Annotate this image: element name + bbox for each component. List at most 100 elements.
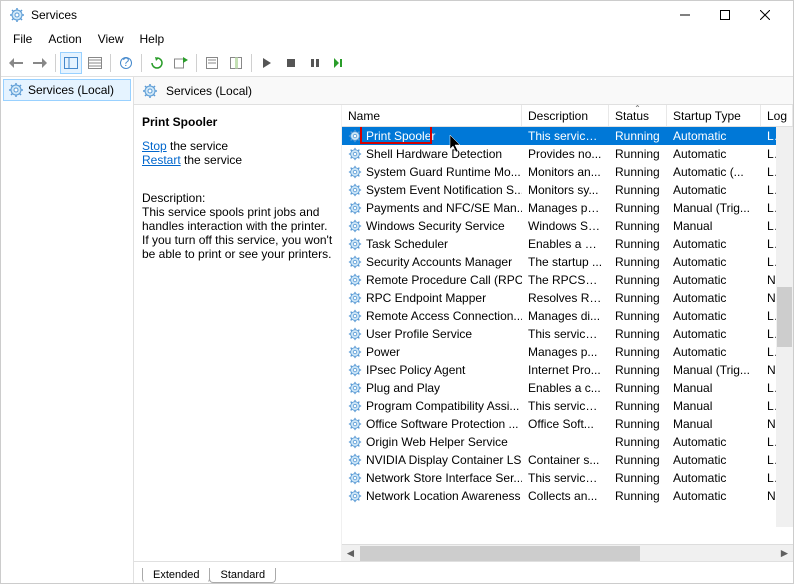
forward-button[interactable] [29, 52, 51, 74]
service-startup-type: Automatic [667, 291, 761, 305]
menu-file[interactable]: File [5, 32, 40, 46]
column-log-on-as[interactable]: Log [761, 105, 793, 126]
service-name: Remote Access Connection... [366, 309, 522, 323]
service-status: Running [609, 129, 667, 143]
gear-icon [348, 129, 362, 143]
vertical-scrollbar[interactable] [776, 127, 793, 527]
gear-icon [348, 435, 362, 449]
stop-service-link[interactable]: Stop [142, 139, 167, 153]
service-row[interactable]: Shell Hardware DetectionProvides no...Ru… [342, 145, 793, 163]
service-status: Running [609, 147, 667, 161]
tree-item-services-local[interactable]: Services (Local) [3, 79, 131, 101]
refresh-button[interactable] [146, 52, 168, 74]
service-row[interactable]: Security Accounts ManagerThe startup ...… [342, 253, 793, 271]
tab-extended[interactable]: Extended [142, 568, 210, 583]
service-row[interactable]: PowerManages p...RunningAutomaticLoca [342, 343, 793, 361]
service-row[interactable]: NVIDIA Display Container LSContainer s..… [342, 451, 793, 469]
gear-icon [348, 237, 362, 251]
gear-icon [348, 309, 362, 323]
properties-button[interactable] [201, 52, 223, 74]
service-row[interactable]: Print SpoolerThis service ...RunningAuto… [342, 127, 793, 145]
menu-help[interactable]: Help [132, 32, 173, 46]
service-status: Running [609, 363, 667, 377]
export-list-button[interactable] [84, 52, 106, 74]
column-name[interactable]: Name [342, 105, 522, 126]
service-name: Security Accounts Manager [366, 255, 512, 269]
service-status: Running [609, 183, 667, 197]
tree-pane: Services (Local) [1, 77, 134, 583]
service-description: Enables a us... [522, 237, 609, 251]
service-startup-type: Automatic [667, 453, 761, 467]
service-row[interactable]: Remote Procedure Call (RPC)The RPCSS s..… [342, 271, 793, 289]
service-row[interactable]: Plug and PlayEnables a c...RunningManual… [342, 379, 793, 397]
service-row[interactable]: RPC Endpoint MapperResolves RP...Running… [342, 289, 793, 307]
service-row[interactable]: IPsec Policy AgentInternet Pro...Running… [342, 361, 793, 379]
service-row[interactable]: Windows Security ServiceWindows Se...Run… [342, 217, 793, 235]
window-title: Services [31, 8, 665, 22]
export-button[interactable] [170, 52, 192, 74]
service-row[interactable]: System Guard Runtime Mo...Monitors an...… [342, 163, 793, 181]
pause-service-button[interactable] [304, 52, 326, 74]
service-status: Running [609, 291, 667, 305]
service-startup-type: Automatic [667, 309, 761, 323]
column-startup-type[interactable]: Startup Type [667, 105, 761, 126]
gear-icon [348, 147, 362, 161]
menu-action[interactable]: Action [40, 32, 89, 46]
help-button[interactable]: ? [115, 52, 137, 74]
column-status[interactable]: ⌃Status [609, 105, 667, 126]
service-name: Remote Procedure Call (RPC) [366, 273, 522, 287]
column-button[interactable] [225, 52, 247, 74]
back-button[interactable] [5, 52, 27, 74]
service-row[interactable]: Task SchedulerEnables a us...RunningAuto… [342, 235, 793, 253]
service-status: Running [609, 471, 667, 485]
service-status: Running [609, 201, 667, 215]
service-description: Manages p... [522, 345, 609, 359]
service-description: This service ... [522, 471, 609, 485]
service-row[interactable]: System Event Notification S...Monitors s… [342, 181, 793, 199]
selected-service-name: Print Spooler [142, 115, 333, 129]
service-status: Running [609, 489, 667, 503]
minimize-button[interactable] [665, 3, 705, 27]
gear-icon [348, 489, 362, 503]
service-description: This service ... [522, 399, 609, 413]
service-row[interactable]: Network Store Interface Ser...This servi… [342, 469, 793, 487]
show-hide-tree-button[interactable] [60, 52, 82, 74]
sort-indicator-icon: ⌃ [634, 105, 641, 113]
service-description: Office Soft... [522, 417, 609, 431]
service-name: Windows Security Service [366, 219, 505, 233]
service-startup-type: Automatic (... [667, 165, 761, 179]
service-name: Network Store Interface Ser... [366, 471, 522, 485]
start-service-button[interactable] [256, 52, 278, 74]
restart-service-link[interactable]: Restart [142, 153, 181, 167]
service-startup-type: Automatic [667, 435, 761, 449]
service-status: Running [609, 273, 667, 287]
title-bar: Services [1, 1, 793, 29]
menu-bar: File Action View Help [1, 29, 793, 49]
stop-service-button[interactable] [280, 52, 302, 74]
tab-standard[interactable]: Standard [209, 568, 276, 583]
service-row[interactable]: Network Location AwarenessCollects an...… [342, 487, 793, 505]
horizontal-scrollbar[interactable]: ◄ ► [342, 544, 793, 561]
service-row[interactable]: Remote Access Connection...Manages di...… [342, 307, 793, 325]
service-description: Windows Se... [522, 219, 609, 233]
service-row[interactable]: Payments and NFC/SE Man...Manages pa...R… [342, 199, 793, 217]
service-name: Print Spooler [366, 129, 435, 143]
close-button[interactable] [745, 3, 785, 27]
service-row[interactable]: User Profile ServiceThis service ...Runn… [342, 325, 793, 343]
maximize-button[interactable] [705, 3, 745, 27]
service-startup-type: Automatic [667, 327, 761, 341]
restart-service-button[interactable] [328, 52, 350, 74]
gear-icon [348, 381, 362, 395]
gear-icon [348, 183, 362, 197]
service-status: Running [609, 453, 667, 467]
service-startup-type: Manual [667, 417, 761, 431]
service-description: Manages di... [522, 309, 609, 323]
menu-view[interactable]: View [90, 32, 132, 46]
service-row[interactable]: Office Software Protection ...Office Sof… [342, 415, 793, 433]
gear-icon [348, 399, 362, 413]
service-row[interactable]: Origin Web Helper ServiceRunningAutomati… [342, 433, 793, 451]
column-description[interactable]: Description [522, 105, 609, 126]
service-status: Running [609, 381, 667, 395]
service-status: Running [609, 309, 667, 323]
service-row[interactable]: Program Compatibility Assi...This servic… [342, 397, 793, 415]
